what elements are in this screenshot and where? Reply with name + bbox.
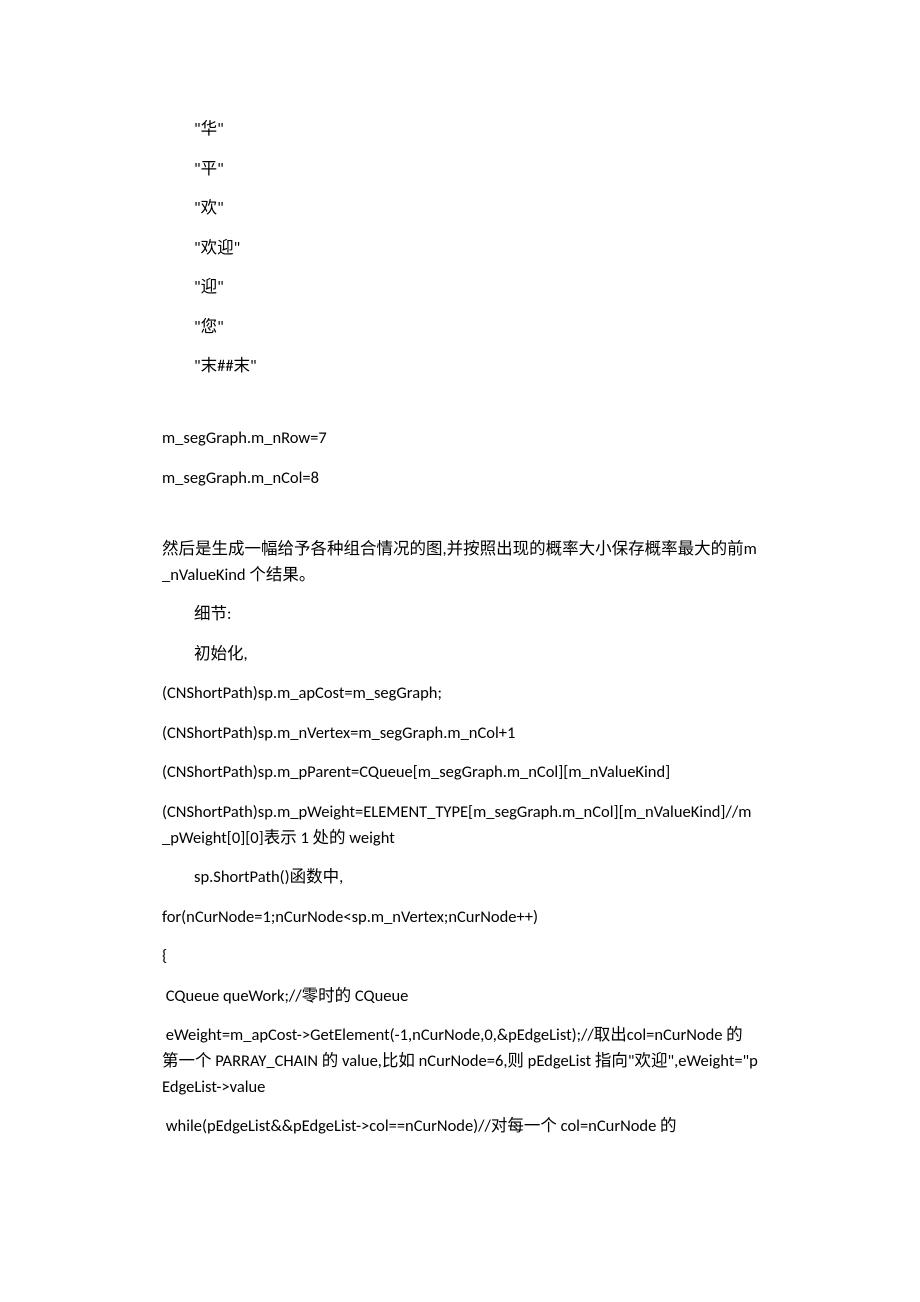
text-line: "华" xyxy=(162,110,758,150)
text-line: (CNShortPath)sp.m_apCost=m_segGraph; xyxy=(162,674,758,714)
text-line: eWeight=m_apCost->GetElement(-1,nCurNode… xyxy=(162,1016,758,1107)
text-line: "欢迎" xyxy=(162,229,758,269)
text-line: CQueue queWork;//零时的 CQueue xyxy=(162,977,758,1017)
text-line: for(nCurNode=1;nCurNode<sp.m_nVertex;nCu… xyxy=(162,898,758,938)
text-line: { xyxy=(162,937,758,977)
text-line: 然后是生成一幅给予各种组合情况的图,并按照出现的概率大小保存概率最大的前m_nV… xyxy=(162,530,758,595)
text-line: (CNShortPath)sp.m_nVertex=m_segGraph.m_n… xyxy=(162,714,758,754)
blank-line xyxy=(162,498,758,530)
text-line: while(pEdgeList&&pEdgeList->col==nCurNod… xyxy=(162,1107,758,1147)
text-line: (CNShortPath)sp.m_pWeight=ELEMENT_TYPE[m… xyxy=(162,793,758,858)
text-line: m_segGraph.m_nCol=8 xyxy=(162,459,758,499)
text-line: "您" xyxy=(162,308,758,348)
text-line: (CNShortPath)sp.m_pParent=CQueue[m_segGr… xyxy=(162,753,758,793)
document-page: "华""平""欢""欢迎""迎""您""末##末" m_segGraph.m_nR… xyxy=(0,0,920,1302)
text-line: "欢" xyxy=(162,189,758,229)
blank-line xyxy=(162,387,758,419)
text-line: 初始化, xyxy=(162,635,758,675)
text-line: "迎" xyxy=(162,268,758,308)
text-line: 细节: xyxy=(162,595,758,635)
text-line: "平" xyxy=(162,150,758,190)
text-line: m_segGraph.m_nRow=7 xyxy=(162,419,758,459)
text-line: sp.ShortPath()函数中, xyxy=(162,858,758,898)
text-line: "末##末" xyxy=(162,347,758,387)
